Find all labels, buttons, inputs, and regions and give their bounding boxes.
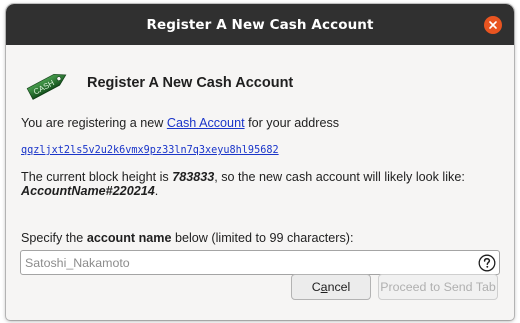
cash-tag-icon: CASH [26, 74, 67, 100]
block-info-prefix: The current block height is [21, 170, 173, 184]
cancel-button[interactable]: Ca ncel [291, 274, 371, 300]
dialog-heading: Register A New Cash Account [87, 75, 294, 91]
intro-prefix: You are registering a new [21, 116, 167, 130]
cancel-label-mnemonic: a [320, 280, 328, 294]
title-bar[interactable]: Register A New Cash Account [6, 4, 514, 45]
specify-prefix: Specify the [21, 231, 87, 245]
account-name-input[interactable] [21, 251, 469, 274]
block-height-value: 783833 [172, 170, 215, 184]
intro-text: You are registering a new Cash Account f… [21, 116, 339, 130]
intro-suffix: for your address [244, 116, 340, 130]
specify-bold: account name [86, 231, 172, 245]
block-height-info: The current block height is 783833, so t… [21, 170, 465, 198]
specify-label: Specify the account name below (limited … [21, 231, 353, 245]
specify-suffix: below (limited to 99 characters): [171, 231, 354, 245]
cancel-label-prefix: C [311, 280, 321, 294]
account-name-field [20, 250, 500, 275]
close-icon [489, 21, 497, 29]
block-info-middle: , so the new cash account will likely lo… [214, 170, 465, 184]
example-account-name: AccountName#220214 [21, 184, 155, 198]
window-title: Register A New Cash Account [146, 16, 374, 33]
close-button[interactable] [484, 16, 502, 34]
cancel-label-suffix: ncel [327, 280, 351, 294]
address-link[interactable]: qqzljxt2ls5v2u2k6vmx9pz33ln7q3xeyu8hl956… [21, 145, 279, 156]
proceed-to-send-tab-button[interactable]: Proceed to Send Tab [378, 274, 498, 300]
dialog-window: Register A New Cash Account CASH Registe… [6, 4, 514, 320]
cash-account-link[interactable]: Cash Account [167, 116, 245, 130]
block-info-end: . [154, 184, 159, 198]
question-circle-icon[interactable] [478, 254, 496, 272]
